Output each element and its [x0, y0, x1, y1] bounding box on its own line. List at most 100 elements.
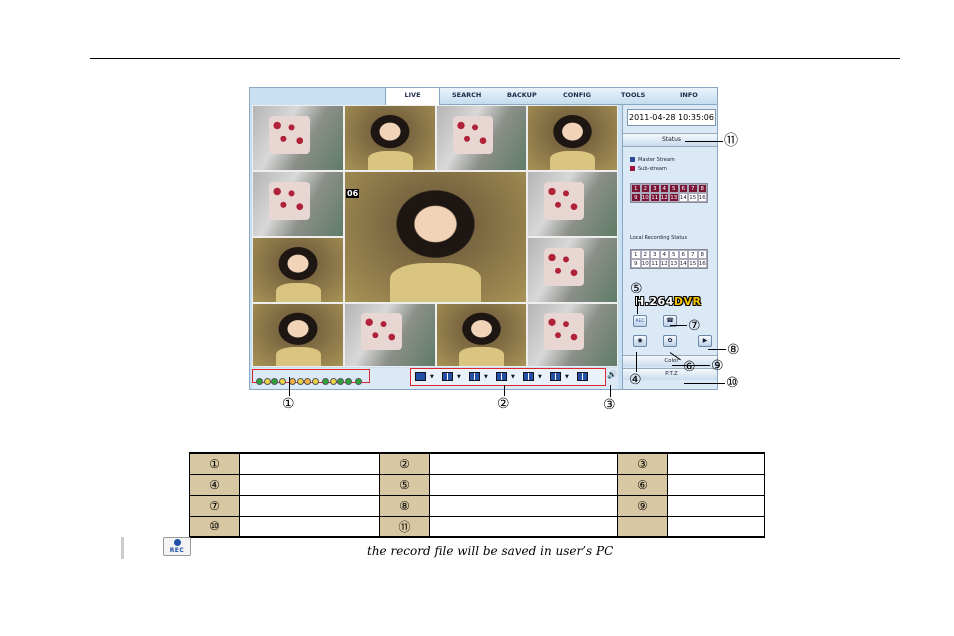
- layout-dropdown-icon[interactable]: ▼: [565, 374, 569, 380]
- table-cell: ⑥: [617, 473, 668, 496]
- side-panel: 2011-04-28 10:35:06 Status Master Stream…: [622, 105, 717, 389]
- channel-cell: 13: [669, 259, 679, 268]
- snapshot-icon[interactable]: ◉: [633, 335, 647, 347]
- menu-tools[interactable]: TOOLS: [621, 91, 645, 99]
- table-row: ⑩⑪: [189, 515, 765, 538]
- table-cell: [667, 452, 765, 475]
- table-cell: ⑪: [379, 515, 430, 538]
- legend-table: ①②③④⑤⑥⑦⑧⑨⑩⑪: [189, 452, 765, 538]
- callout-line: [684, 383, 725, 384]
- record-button[interactable]: REC: [633, 315, 647, 327]
- table-cell: [617, 515, 668, 538]
- camera-tile[interactable]: [252, 303, 344, 367]
- callout-line: [670, 325, 687, 326]
- camera-tile[interactable]: [344, 303, 436, 367]
- menu-config[interactable]: CONFIG: [563, 91, 591, 99]
- camera-tile[interactable]: [527, 303, 618, 367]
- channel-cell: 13: [669, 193, 679, 202]
- channel-cell: 15: [688, 259, 698, 268]
- camera-tile[interactable]: [344, 105, 436, 171]
- channel-cell: 6: [678, 184, 688, 193]
- channel-cell: 1: [631, 184, 641, 193]
- callout-line: [708, 349, 726, 350]
- table-cell: ④: [189, 473, 240, 496]
- table-cell: [239, 494, 380, 517]
- layout-dropdown-icon[interactable]: ▼: [538, 374, 542, 380]
- split-layout-button[interactable]: [550, 372, 561, 381]
- channel-cell: 4: [659, 184, 669, 193]
- callout-9: ⑨: [711, 358, 724, 374]
- channel-cell: 7: [688, 250, 698, 259]
- channel-cell: 6: [678, 250, 688, 259]
- callout-11: ⑪: [724, 133, 738, 149]
- channel-cell: 16: [697, 193, 707, 202]
- color-wheel-icon[interactable]: ✿: [663, 335, 677, 347]
- sub-swatch: [630, 166, 635, 171]
- speaker-icon[interactable]: 🔊: [607, 370, 619, 382]
- table-cell: [239, 515, 380, 538]
- master-swatch: [630, 157, 635, 162]
- status-button[interactable]: Status: [623, 133, 717, 147]
- split-layout-buttons: ▼ ▼ ▼ ▼ ▼ ▼: [410, 368, 606, 386]
- menu-search[interactable]: SEARCH: [452, 91, 481, 99]
- table-cell: ②: [379, 452, 430, 475]
- table-cell: ①: [189, 452, 240, 475]
- channel-cell: 9: [631, 259, 641, 268]
- menu-backup[interactable]: BACKUP: [507, 91, 537, 99]
- menu-info[interactable]: INFO: [680, 91, 698, 99]
- camera-tile[interactable]: [252, 171, 344, 237]
- camera-tile[interactable]: [527, 237, 618, 303]
- table-row: ④ ⑤ ⑥: [189, 473, 765, 496]
- callout-8: ⑧: [727, 342, 740, 358]
- channel-cell: 11: [650, 193, 660, 202]
- camera-tile[interactable]: [527, 105, 618, 171]
- camera-tile[interactable]: [436, 105, 527, 171]
- channel-cell: 4: [659, 250, 669, 259]
- split-layout-button[interactable]: [523, 372, 534, 381]
- channel-cell: 3: [650, 250, 660, 259]
- split-layout-button[interactable]: [496, 372, 507, 381]
- channel-cell: 12: [659, 193, 669, 202]
- channel-status-dots: [252, 369, 370, 385]
- channel-cell: 14: [678, 193, 688, 202]
- split-layout-button[interactable]: [442, 372, 453, 381]
- camera-tile[interactable]: [252, 105, 344, 171]
- split-layout-button[interactable]: [415, 372, 426, 381]
- channel-cell: 2: [640, 250, 650, 259]
- recording-channel-grid: 1 2 3 4 5 6 7 8 9 10 11 12 13 14 15 16: [630, 249, 708, 269]
- channel-cell: 3: [650, 184, 660, 193]
- datetime-display: 2011-04-28 10:35:06: [627, 109, 716, 126]
- channel-cell: 12: [659, 259, 669, 268]
- callout-line: [504, 385, 505, 396]
- channel-cell: 16: [697, 259, 707, 268]
- layout-dropdown-icon[interactable]: ▼: [511, 374, 515, 380]
- channel-cell: 1: [631, 250, 641, 259]
- channel-status-dot: [304, 378, 311, 385]
- table-cell: [239, 473, 380, 496]
- table-cell: ⑨: [617, 494, 668, 517]
- camera-tile[interactable]: [527, 171, 618, 237]
- channel-cell: 14: [678, 259, 688, 268]
- channel-cell: 11: [650, 259, 660, 268]
- split-layout-button[interactable]: [469, 372, 480, 381]
- channel-status-dot: [256, 378, 263, 385]
- menu-live[interactable]: LIVE: [385, 88, 440, 105]
- table-cell: [239, 452, 380, 475]
- layout-dropdown-icon[interactable]: ▼: [457, 374, 461, 380]
- table-cell: [667, 515, 765, 538]
- layout-dropdown-icon[interactable]: ▼: [484, 374, 488, 380]
- rec-dot: [174, 539, 181, 546]
- header-rule: [90, 58, 900, 59]
- stream-channel-grid: 1 2 3 4 5 6 7 8 9 10 11 12 13 14 15 16: [630, 183, 708, 203]
- channel-cell: 10: [640, 193, 650, 202]
- camera-tile[interactable]: [436, 303, 527, 367]
- camera-tile-enlarged[interactable]: [344, 171, 527, 303]
- channel-status-dot: [337, 378, 344, 385]
- split-layout-button[interactable]: [577, 372, 588, 381]
- callout-line: [610, 385, 611, 397]
- camera-tile[interactable]: [252, 237, 344, 303]
- callout-3: ③: [603, 397, 616, 413]
- layout-dropdown-icon[interactable]: ▼: [430, 374, 434, 380]
- play-icon[interactable]: ▶: [698, 335, 712, 347]
- callout-10: ⑩: [726, 375, 739, 391]
